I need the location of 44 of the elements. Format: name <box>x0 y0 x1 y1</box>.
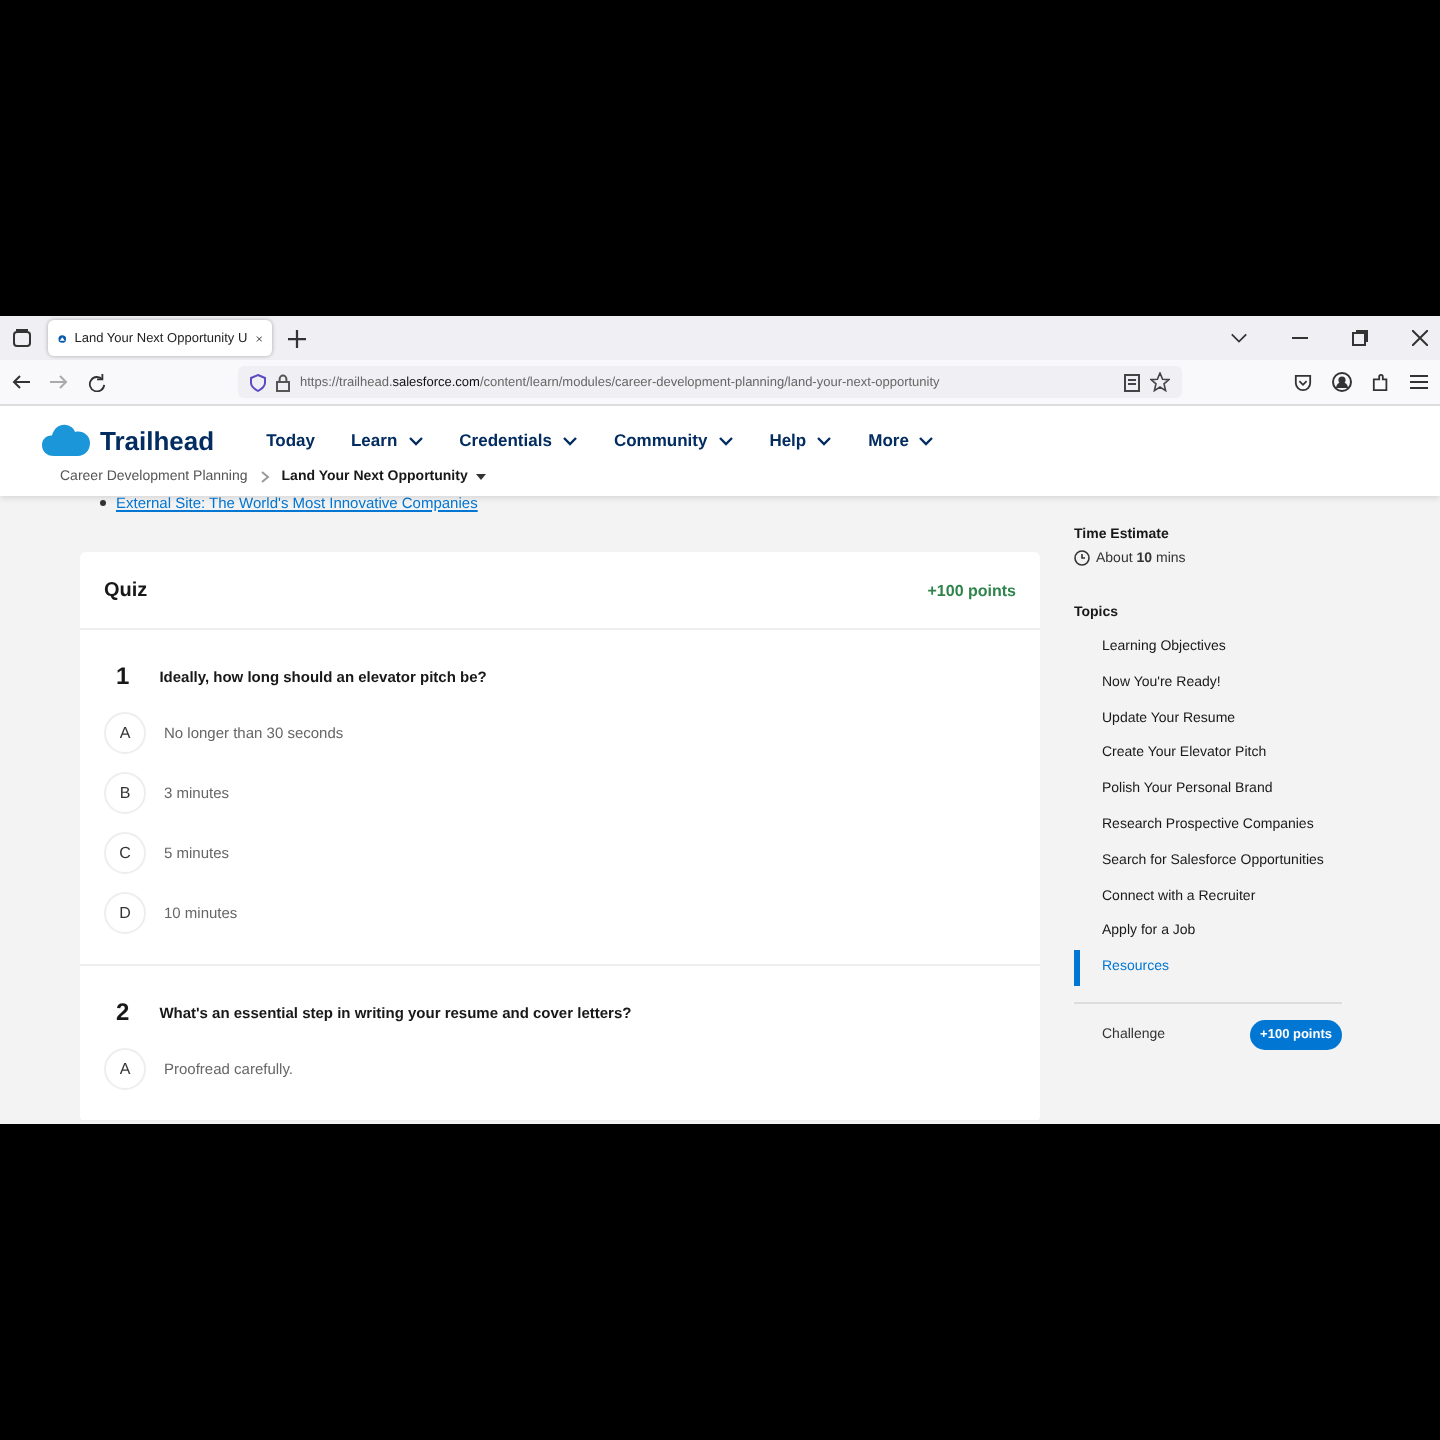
site-logo[interactable]: Trailhead <box>100 425 215 455</box>
nav-menu[interactable]: Today <box>266 430 315 450</box>
answer-option-button[interactable]: A <box>104 1047 146 1089</box>
tab-list-icon[interactable] <box>12 328 32 348</box>
answer-option-button[interactable]: A <box>104 711 146 753</box>
extensions-icon[interactable] <box>1372 373 1390 391</box>
chevron-down-icon[interactable] <box>1230 332 1248 344</box>
points-label: +100 points <box>927 581 1016 599</box>
menu-icon[interactable] <box>1410 374 1428 390</box>
chevron-down-icon <box>918 435 935 445</box>
chevron-down-icon <box>561 435 578 445</box>
back-icon[interactable] <box>12 374 30 390</box>
nav-menu[interactable]: Help <box>769 430 833 450</box>
question-number: 1 <box>116 662 130 690</box>
nav-menu[interactable]: Learn <box>350 430 424 450</box>
chevron-down-icon <box>717 435 734 445</box>
restore-icon[interactable] <box>1352 330 1368 346</box>
close-icon[interactable] <box>255 331 262 345</box>
cloud-logo-icon[interactable] <box>40 422 92 458</box>
reader-icon[interactable] <box>1124 373 1140 391</box>
star-icon[interactable] <box>1150 372 1170 392</box>
shield-icon <box>250 373 266 391</box>
close-icon[interactable] <box>1412 330 1428 346</box>
chevron-right-icon <box>259 470 270 484</box>
reload-icon[interactable] <box>88 373 106 391</box>
answer-option-button[interactable]: D <box>104 891 146 933</box>
nav-menu[interactable]: Community <box>613 430 734 450</box>
lock-icon <box>276 373 290 391</box>
chevron-down-icon <box>816 435 833 445</box>
clock-icon <box>1074 550 1090 566</box>
minimize-icon[interactable] <box>1292 336 1308 340</box>
pocket-icon[interactable] <box>1294 373 1312 391</box>
nav-menu[interactable]: Credentials <box>459 430 578 450</box>
account-icon[interactable] <box>1332 372 1352 392</box>
question-number: 2 <box>116 998 130 1026</box>
site-icon <box>58 329 67 347</box>
quiz-title: Quiz <box>104 579 148 601</box>
chevron-down-icon <box>407 435 424 445</box>
nav-menu[interactable]: More <box>868 430 935 450</box>
bullet-icon <box>100 499 106 505</box>
new-tab-icon[interactable] <box>288 329 306 347</box>
answer-option-button[interactable]: C <box>104 831 146 873</box>
answer-option-button[interactable]: B <box>104 771 146 813</box>
caret-icon <box>475 474 486 480</box>
